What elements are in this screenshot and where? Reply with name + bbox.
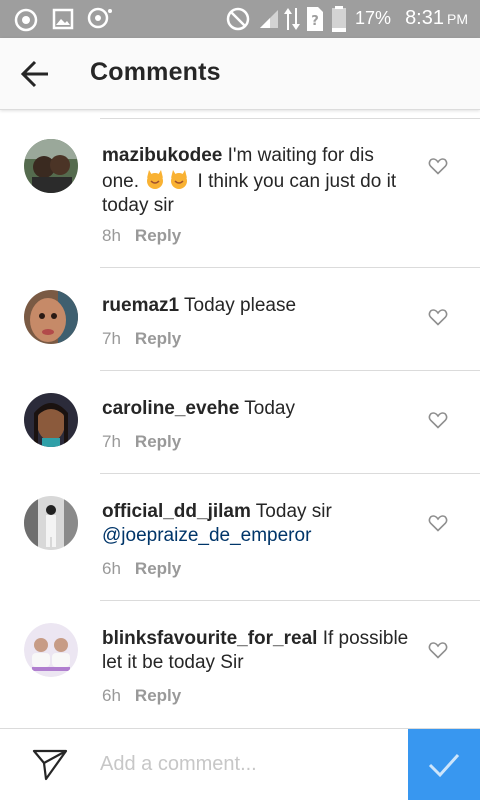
reply-button[interactable]: Reply <box>135 432 181 451</box>
reply-button[interactable]: Reply <box>135 686 181 705</box>
comment-body: official_dd_jilam Today sir @joepraize_de… <box>102 500 412 548</box>
avatar[interactable] <box>24 393 78 447</box>
comment-body: blinksfavourite_for_real If possible let… <box>102 627 412 675</box>
comment-body: mazibukodee I'm waiting for dis one. I t… <box>102 144 412 218</box>
comment-text: Today sir <box>250 501 332 522</box>
comments-list[interactable]: mazibukodee I'm waiting for dis one. I t… <box>0 118 480 728</box>
heart-icon[interactable] <box>428 514 448 532</box>
record-icon <box>14 8 38 32</box>
comment-input[interactable] <box>100 747 390 781</box>
back-arrow-icon <box>20 60 48 88</box>
comment-text: Today please <box>179 295 297 316</box>
sim-unknown-icon: ? <box>307 7 323 31</box>
comment-meta: 7h Reply <box>102 432 181 452</box>
comment-composer <box>0 728 480 800</box>
checkmark-icon <box>428 753 460 778</box>
comment-body: ruemaz1 Today please <box>102 294 412 318</box>
data-arrows-icon <box>284 8 300 30</box>
comment-item: official_dd_jilam Today sir @joepraize_de… <box>0 474 480 601</box>
avatar[interactable] <box>24 623 78 677</box>
comment-item: mazibukodee I'm waiting for dis one. I t… <box>0 118 480 268</box>
comment-item: blinksfavourite_for_real If possible let… <box>0 601 480 728</box>
comment-time: 6h <box>102 686 121 705</box>
clock-ampm: PM <box>447 11 468 27</box>
comment-username[interactable]: mazibukodee <box>102 145 222 166</box>
comment-username[interactable]: official_dd_jilam <box>102 501 251 522</box>
clock-time: 8:31 <box>405 7 444 29</box>
status-bar: ? 17% 8:31 PM <box>0 0 480 38</box>
reply-button[interactable]: Reply <box>135 559 181 578</box>
comment-time: 7h <box>102 329 121 348</box>
comment-item: ruemaz1 Today please 7h Reply <box>0 268 480 371</box>
comment-time: 7h <box>102 432 121 451</box>
post-comment-button[interactable] <box>408 729 480 800</box>
avatar[interactable] <box>24 290 78 344</box>
back-button[interactable] <box>16 56 56 92</box>
comment-username[interactable]: blinksfavourite_for_real <box>102 628 317 649</box>
battery-percent: 17% <box>355 8 392 28</box>
comment-item: caroline_evehe Today 7h Reply <box>0 371 480 474</box>
heart-icon[interactable] <box>428 641 448 659</box>
comment-username[interactable]: caroline_evehe <box>102 398 239 419</box>
svg-text:?: ? <box>311 14 319 29</box>
comment-username[interactable]: ruemaz1 <box>102 295 179 316</box>
avatar[interactable] <box>24 139 78 193</box>
comment-time: 6h <box>102 559 121 578</box>
direct-send-icon[interactable] <box>32 748 68 782</box>
assistant-icon <box>87 7 112 29</box>
heart-icon[interactable] <box>428 411 448 429</box>
comment-meta: 6h Reply <box>102 686 181 706</box>
comment-text: Today <box>239 398 295 419</box>
raised-hands-emoji-icon <box>147 170 164 189</box>
app-bar: Comments <box>0 38 480 110</box>
reply-button[interactable]: Reply <box>135 226 181 245</box>
page-title: Comments <box>90 58 221 86</box>
signal-icon <box>260 10 278 28</box>
status-time: 8:31 PM <box>405 7 468 30</box>
comment-mention[interactable]: @joepraize_de_emperor <box>102 525 311 546</box>
avatar[interactable] <box>24 496 78 550</box>
comment-meta: 6h Reply <box>102 559 181 579</box>
heart-icon[interactable] <box>428 157 448 175</box>
comment-time: 8h <box>102 226 121 245</box>
raised-hands-emoji-icon <box>171 170 188 189</box>
image-icon <box>52 8 74 30</box>
battery-icon <box>332 6 346 32</box>
heart-icon[interactable] <box>428 308 448 326</box>
comment-meta: 7h Reply <box>102 329 181 349</box>
comment-body: caroline_evehe Today <box>102 397 412 421</box>
comment-meta: 8h Reply <box>102 226 181 246</box>
reply-button[interactable]: Reply <box>135 329 181 348</box>
do-not-disturb-icon <box>226 7 250 31</box>
